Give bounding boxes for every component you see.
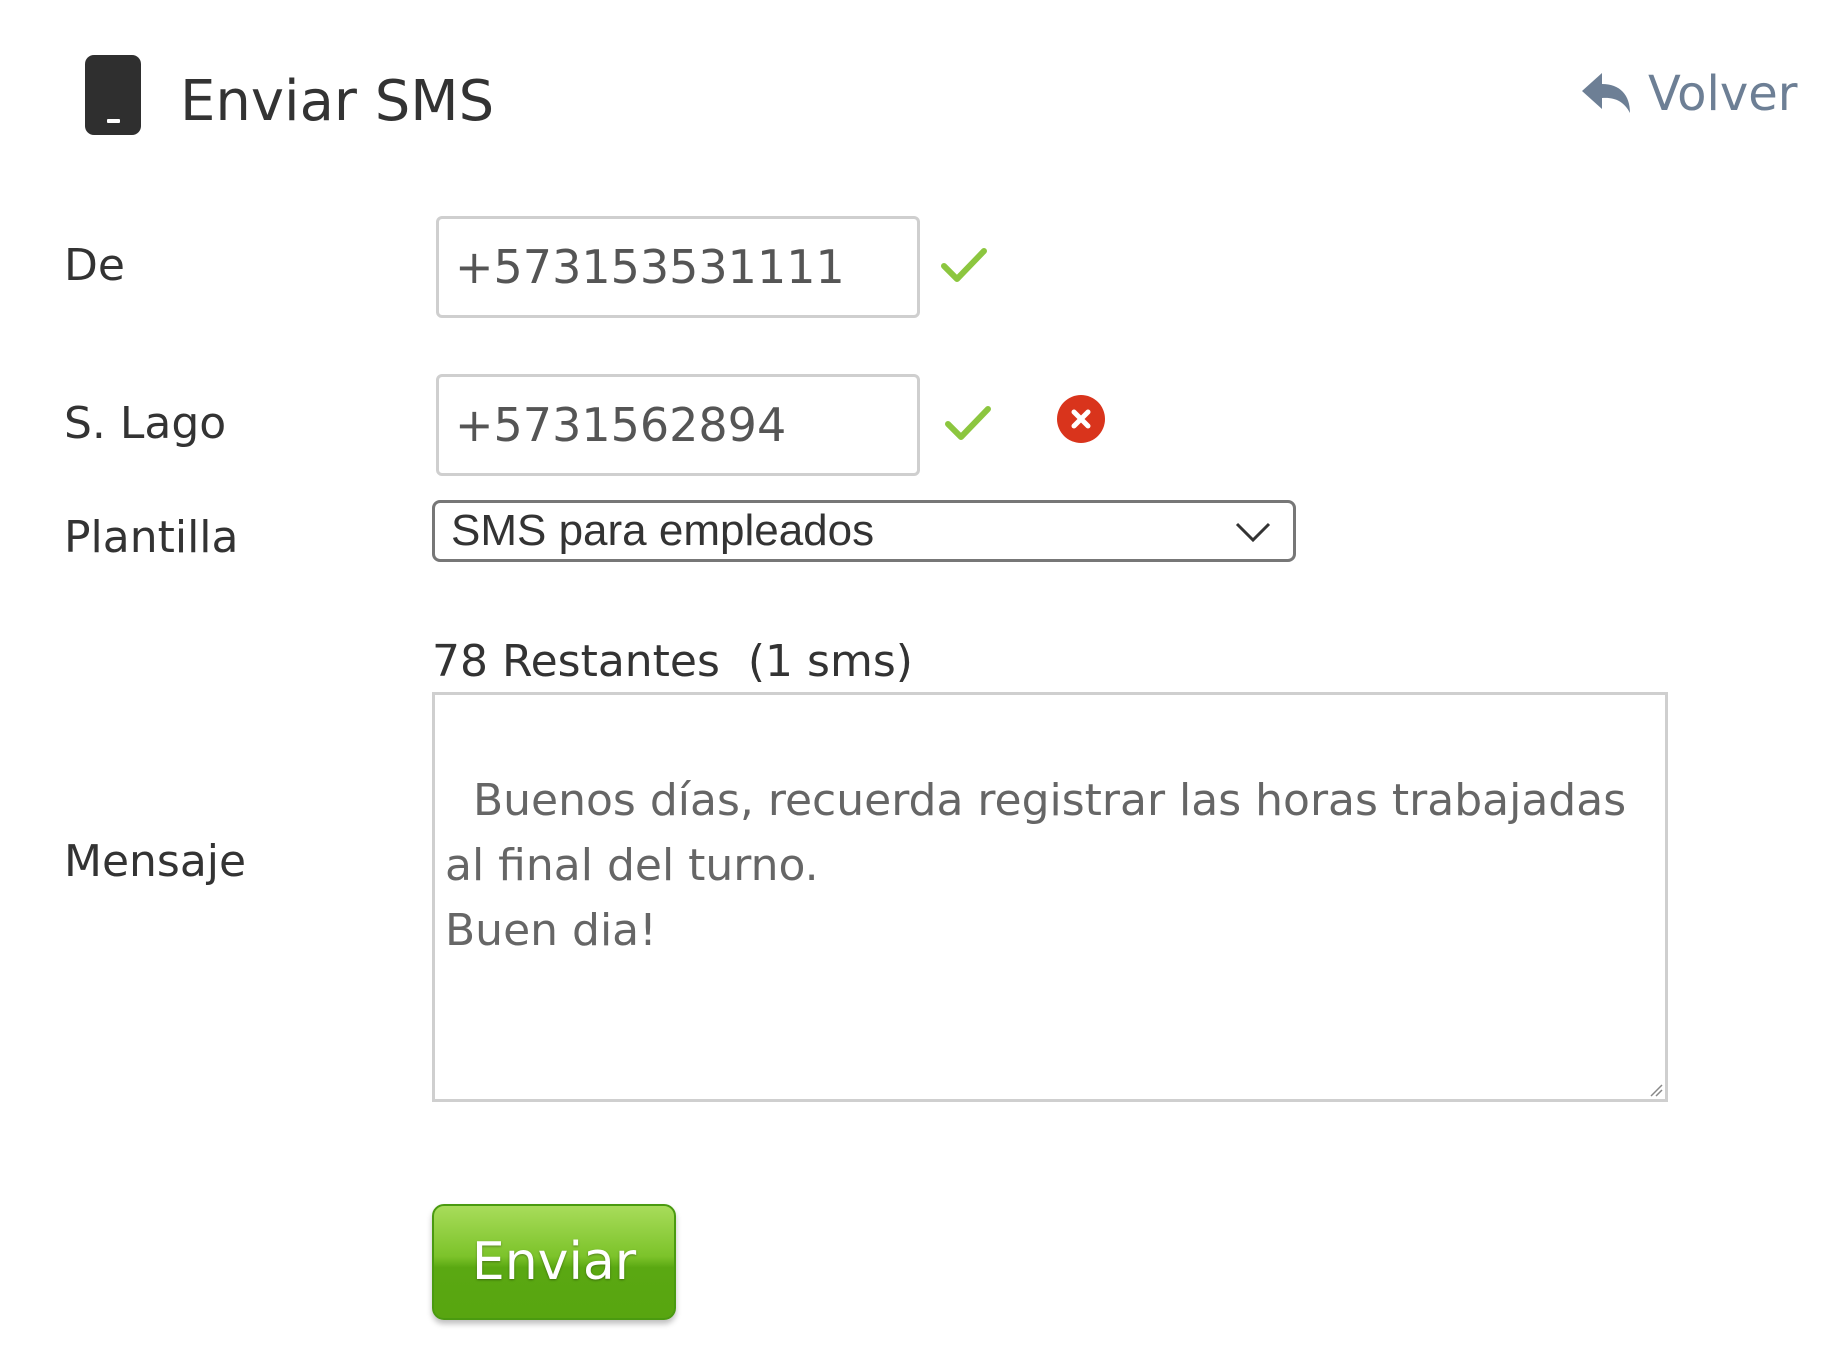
send-button-label: Enviar (471, 1232, 637, 1292)
recipient-label: S. Lago (64, 398, 227, 449)
recipient-input[interactable] (436, 374, 920, 476)
template-select[interactable]: SMS para empleados (432, 500, 1296, 562)
send-button[interactable]: Enviar (432, 1204, 676, 1320)
page-title: Enviar SMS (180, 69, 495, 134)
phone-icon (85, 55, 141, 135)
back-link[interactable]: Volver (1580, 64, 1797, 124)
remove-recipient-icon[interactable] (1057, 395, 1105, 443)
reply-arrow-icon (1582, 73, 1630, 113)
message-textarea[interactable]: Buenos días, recuerda registrar las hora… (432, 692, 1668, 1102)
character-counter: 78 Restantes (1 sms) (432, 636, 913, 687)
check-icon (941, 248, 987, 282)
template-selected-value: SMS para empleados (451, 506, 875, 555)
message-text: Buenos días, recuerda registrar las hora… (445, 775, 1627, 956)
from-input[interactable] (436, 216, 920, 318)
chevron-down-icon (1235, 522, 1271, 543)
message-label: Mensaje (64, 836, 247, 887)
check-icon (945, 406, 991, 440)
from-label: De (64, 240, 125, 291)
resize-grip-icon[interactable] (1647, 1081, 1663, 1097)
template-label: Plantilla (64, 512, 239, 563)
back-link-label: Volver (1648, 66, 1798, 122)
